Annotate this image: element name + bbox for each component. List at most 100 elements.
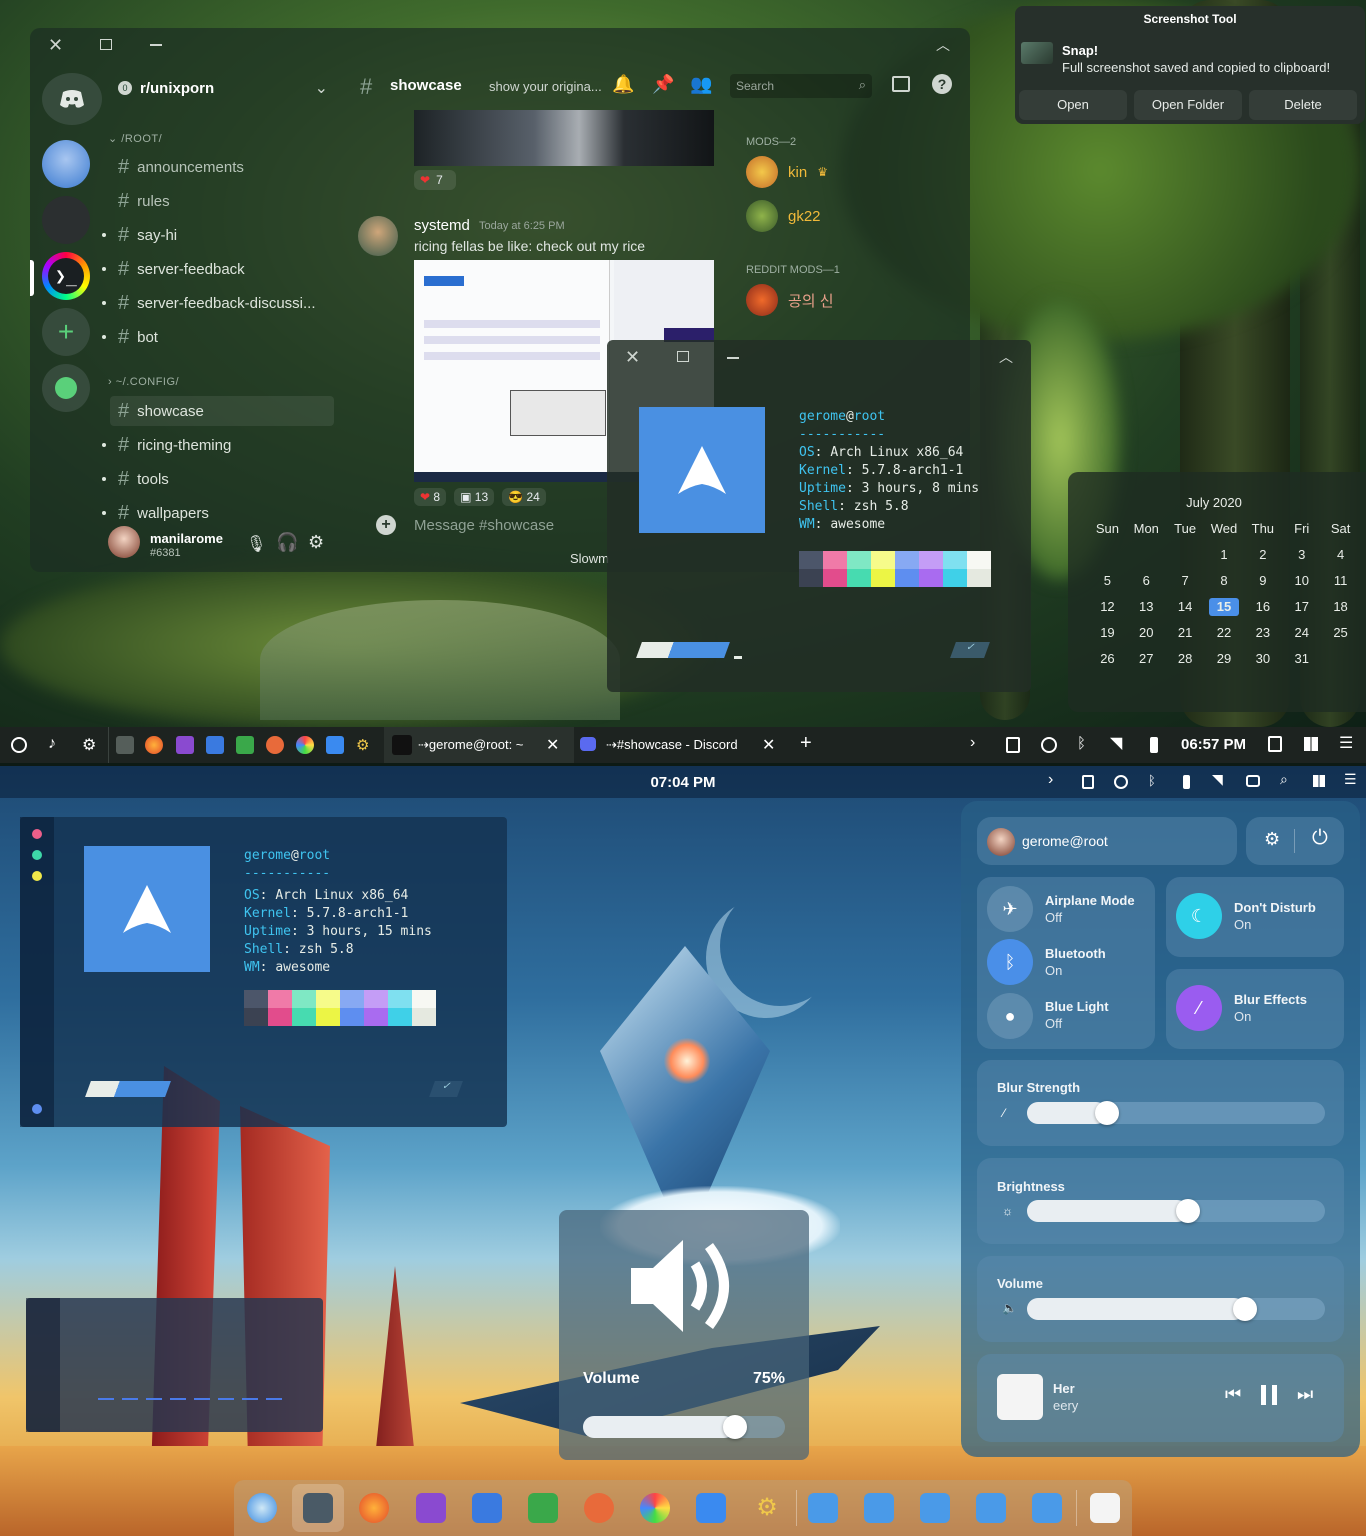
minimize-dot[interactable]	[32, 871, 42, 881]
reaction-heart[interactable]: ❤ 7	[414, 170, 456, 190]
maximize-icon[interactable]	[100, 39, 112, 50]
calendar-day[interactable]: 26	[1088, 650, 1127, 668]
calendar-day[interactable]: 27	[1127, 650, 1166, 668]
game-controller-icon[interactable]	[266, 736, 284, 754]
blur-effects-toggle[interactable]: ⁄	[1176, 985, 1222, 1031]
logout-icon[interactable]	[1268, 736, 1282, 752]
calendar-day[interactable]: 6	[1127, 572, 1166, 590]
pause-icon[interactable]	[1261, 1385, 1277, 1405]
message-author[interactable]: systemd	[414, 217, 470, 234]
media-player-icon[interactable]	[528, 1493, 558, 1523]
calendar-day[interactable]: 1	[1205, 546, 1244, 564]
channel-ricing-theming[interactable]: # ricing-theming	[118, 430, 338, 460]
panel-clock[interactable]: 07:04 PM	[0, 774, 1366, 791]
inbox-icon[interactable]	[892, 76, 910, 92]
game-controller-icon[interactable]	[584, 1493, 614, 1523]
downloads-folder-icon[interactable]	[920, 1493, 950, 1523]
add-server-button[interactable]: +	[42, 308, 90, 356]
minimize-icon[interactable]	[727, 357, 739, 359]
message-image[interactable]	[414, 110, 714, 166]
calendar-day[interactable]: 12	[1088, 598, 1127, 616]
documents-folder-icon[interactable]	[864, 1493, 894, 1523]
pin-icon[interactable]: 📌	[652, 74, 674, 95]
calendar-day[interactable]: 31	[1282, 650, 1321, 668]
calendar-day[interactable]: 11	[1321, 572, 1360, 590]
channel-say-hi[interactable]: # say-hi	[118, 220, 338, 250]
clipboard-icon[interactable]	[1082, 775, 1094, 789]
pictures-folder-icon[interactable]	[976, 1493, 1006, 1523]
chevron-right-icon[interactable]: ›	[970, 734, 975, 752]
help-icon[interactable]: ?	[932, 74, 952, 94]
open-folder-button[interactable]: Open Folder	[1134, 90, 1242, 120]
search-icon[interactable]: ⌕	[1280, 771, 1288, 788]
settings-gears-icon[interactable]: ⚙	[752, 1493, 782, 1523]
wifi-icon[interactable]: ◥	[1110, 733, 1122, 753]
add-tag-icon[interactable]: +	[800, 732, 812, 755]
reaction-heart[interactable]: ❤ 8	[414, 488, 447, 506]
chevron-up-icon[interactable]: ︿	[999, 348, 1013, 366]
blue-light-toggle[interactable]: ●	[987, 993, 1033, 1039]
message-composer[interactable]: Message #showcase	[414, 517, 554, 534]
server-icon-unixporn[interactable]: ❯_	[42, 252, 90, 300]
discord-home-button[interactable]	[42, 73, 102, 125]
settings-gears-icon[interactable]: ⚙	[356, 736, 374, 754]
previous-icon[interactable]: ⏮	[1225, 1384, 1241, 1405]
bluetooth-toggle[interactable]: ᛒ	[987, 939, 1033, 985]
channel-server-feedback-discussion[interactable]: # server-feedback-discussi...	[118, 288, 338, 318]
channel-server-feedback[interactable]: # server-feedback	[118, 254, 338, 284]
home-folder-icon[interactable]	[808, 1493, 838, 1523]
notes-app-icon[interactable]	[176, 736, 194, 754]
calendar-day[interactable]: 15	[1208, 598, 1240, 616]
calendar-day[interactable]: 10	[1282, 572, 1321, 590]
toggles-icon[interactable]	[1246, 775, 1260, 787]
cube-icon[interactable]	[696, 1493, 726, 1523]
firefox-icon[interactable]	[359, 1493, 389, 1523]
delete-button[interactable]: Delete	[1249, 90, 1357, 120]
calendar-day[interactable]: 7	[1166, 572, 1205, 590]
dock-app-icon[interactable]	[247, 1493, 277, 1523]
close-icon[interactable]: ✕	[546, 735, 559, 755]
slider-knob[interactable]	[1095, 1101, 1119, 1125]
color-picker-icon[interactable]	[296, 736, 314, 754]
channel-announcements[interactable]: # announcements	[118, 152, 338, 182]
task-discord[interactable]: ⇢#showcase - Discord ✕	[574, 727, 786, 763]
terminal-icon[interactable]	[303, 1493, 333, 1523]
record-icon[interactable]	[1114, 775, 1128, 789]
dnd-tile[interactable]: ☾ Don't Disturb On	[1166, 877, 1344, 957]
task-terminal[interactable]: ⇢gerome@root: ~ ✕	[384, 727, 574, 763]
slider-knob[interactable]	[723, 1415, 747, 1439]
layout-icon[interactable]	[1313, 775, 1325, 787]
brightness-slider[interactable]	[1027, 1199, 1325, 1223]
notes-app-icon[interactable]	[416, 1493, 446, 1523]
calendar-day[interactable]: 21	[1166, 624, 1205, 642]
launcher-icon[interactable]	[11, 737, 27, 753]
media-player-icon[interactable]	[236, 736, 254, 754]
channel-wallpapers[interactable]: # wallpapers	[118, 498, 338, 528]
trash-icon[interactable]	[1090, 1493, 1120, 1523]
menu-icon[interactable]: ☰	[1339, 733, 1353, 753]
member-kin[interactable]: kin ♛	[746, 156, 828, 188]
calendar-day[interactable]: 8	[1205, 572, 1244, 590]
calendar-day[interactable]: 14	[1166, 598, 1205, 616]
search-input[interactable]: Search ⌕	[730, 74, 872, 98]
bluetooth-icon[interactable]: ᛒ	[1148, 773, 1156, 788]
chevron-right-icon[interactable]: ›	[1048, 771, 1053, 789]
bell-icon[interactable]: 🔔	[612, 74, 634, 95]
record-icon[interactable]	[1041, 737, 1057, 753]
gear-icon[interactable]: ⚙	[82, 735, 96, 755]
calendar-day[interactable]: 22	[1205, 624, 1244, 642]
calendar-day[interactable]: 2	[1243, 546, 1282, 564]
calendar-day[interactable]: 29	[1205, 650, 1244, 668]
bluetooth-icon[interactable]: ᛒ	[1077, 735, 1086, 752]
server-icon-anime[interactable]	[42, 140, 90, 188]
volume-slider[interactable]	[1027, 1297, 1325, 1321]
album-art[interactable]	[997, 1374, 1043, 1420]
channel-showcase[interactable]: # showcase	[110, 396, 334, 426]
calendar-day[interactable]: 13	[1127, 598, 1166, 616]
calendar-day[interactable]: 17	[1282, 598, 1321, 616]
calendar-day[interactable]: 3	[1282, 546, 1321, 564]
close-icon[interactable]: ✕	[762, 735, 775, 755]
files-icon[interactable]	[206, 736, 224, 754]
explore-servers-button[interactable]	[42, 364, 90, 412]
osd-volume-slider[interactable]	[583, 1415, 785, 1439]
